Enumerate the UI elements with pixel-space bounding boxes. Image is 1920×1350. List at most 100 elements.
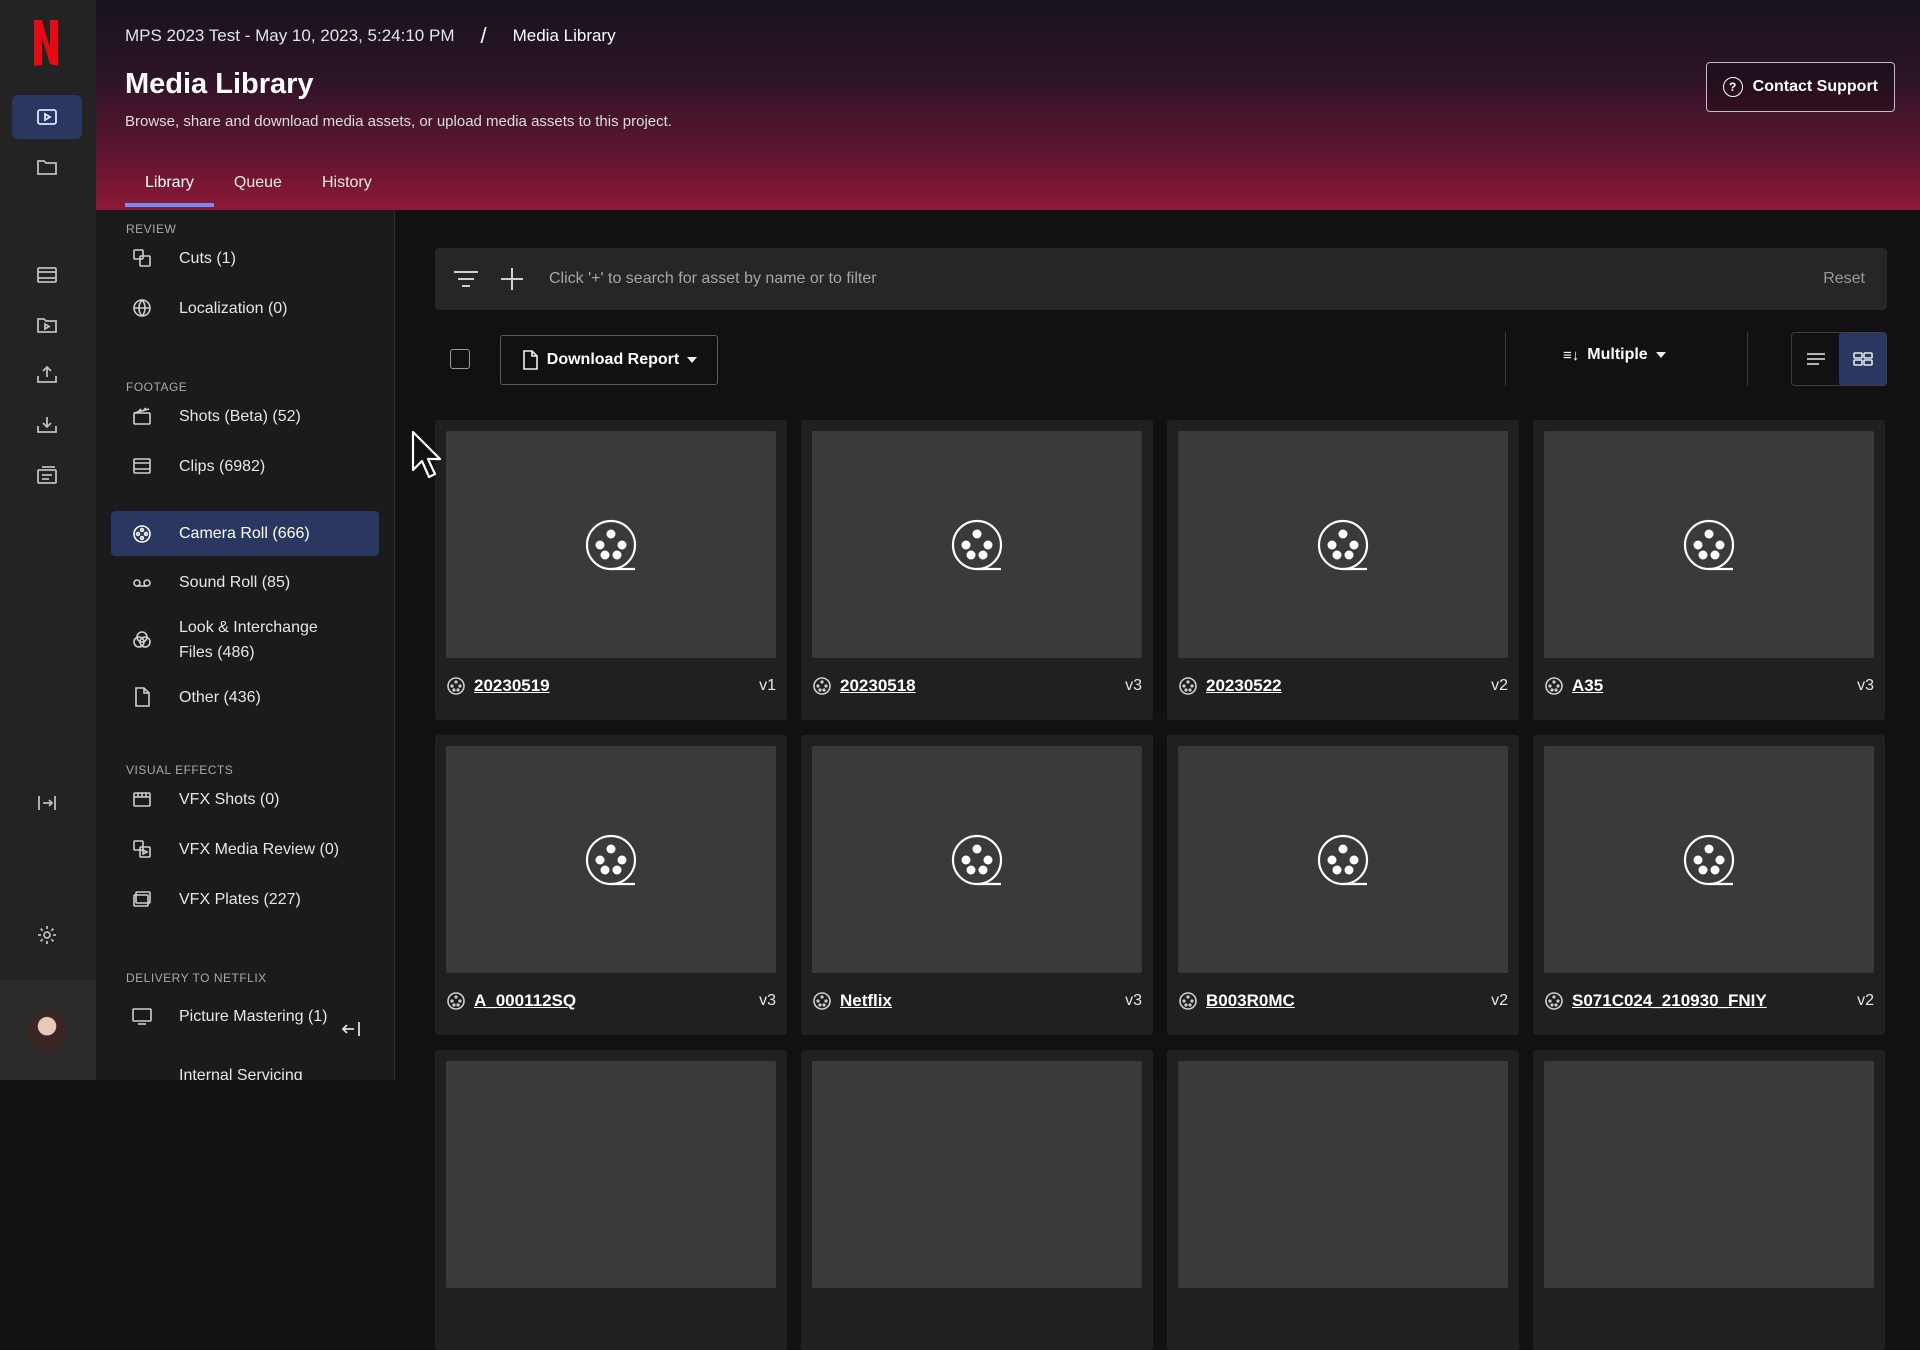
reset-button[interactable]: Reset bbox=[1823, 270, 1865, 288]
asset-thumbnail[interactable] bbox=[1544, 746, 1874, 973]
film-reel-icon bbox=[585, 519, 637, 570]
asset-thumbnail[interactable] bbox=[446, 746, 776, 973]
contact-support-label: Contact Support bbox=[1752, 78, 1878, 95]
toolbar-divider bbox=[1505, 332, 1506, 386]
asset-card[interactable]: S071C024_210930_FNIY v2 bbox=[1533, 735, 1885, 1035]
rail-media-library[interactable] bbox=[12, 95, 82, 139]
sidebar-item-vfx-plates[interactable]: VFX Plates (227) bbox=[111, 874, 379, 924]
asset-name-link[interactable]: Netflix bbox=[840, 991, 1125, 1011]
chevron-down-icon bbox=[1655, 352, 1666, 358]
asset-thumbnail[interactable] bbox=[1544, 1061, 1874, 1288]
asset-name-link[interactable]: B003R0MC bbox=[1206, 991, 1491, 1011]
select-all-checkbox[interactable] bbox=[450, 349, 470, 369]
asset-footer: A_000112SQ v3 bbox=[446, 987, 776, 1015]
sidebar-item-clips[interactable]: Clips (6982) bbox=[111, 441, 379, 491]
asset-version: v1 bbox=[759, 677, 776, 694]
list-view-button[interactable] bbox=[1792, 333, 1839, 385]
asset-card[interactable]: 20230519 v1 bbox=[435, 420, 787, 720]
sidebar-item-internal-servicing[interactable]: Internal Servicing bbox=[111, 1050, 379, 1081]
sidebar-item-localization[interactable]: Localization (0) bbox=[111, 283, 379, 333]
asset-footer: Netflix v3 bbox=[812, 987, 1142, 1015]
rail-download[interactable] bbox=[12, 403, 82, 447]
user-menu[interactable] bbox=[0, 980, 96, 1080]
asset-card[interactable] bbox=[1533, 1050, 1885, 1350]
filter-icon[interactable] bbox=[451, 264, 481, 294]
breadcrumb: MPS 2023 Test - May 10, 2023, 5:24:10 PM… bbox=[125, 23, 616, 49]
sidebar-item-look-interchange[interactable]: Look & Interchange Files (486) bbox=[111, 610, 379, 670]
collapse-sidebar-icon[interactable] bbox=[340, 1018, 362, 1040]
asset-name-link[interactable]: 20230522 bbox=[1206, 676, 1491, 696]
asset-thumbnail[interactable] bbox=[446, 1061, 776, 1288]
asset-card[interactable]: Netflix v3 bbox=[801, 735, 1153, 1035]
search-bar: Click '+' to search for asset by name or… bbox=[435, 248, 1887, 310]
asset-thumbnail[interactable] bbox=[1178, 431, 1508, 658]
film-reel-icon bbox=[1544, 991, 1564, 1011]
sidebar-item-label: Shots (Beta) (52) bbox=[179, 407, 301, 425]
asset-card[interactable]: B003R0MC v2 bbox=[1167, 735, 1519, 1035]
asset-version: v2 bbox=[1491, 677, 1508, 694]
asset-name-link[interactable]: A35 bbox=[1572, 676, 1857, 696]
expand-sidebar-icon bbox=[38, 796, 56, 810]
asset-card[interactable] bbox=[435, 1050, 787, 1350]
asset-toolbar: Download Report ≡↓ Multiple bbox=[435, 332, 1887, 386]
sidebar-item-label: Other (436) bbox=[179, 688, 261, 706]
sidebar-item-sound-roll[interactable]: Sound Roll (85) bbox=[111, 560, 379, 605]
search-input[interactable]: Click '+' to search for asset by name or… bbox=[549, 270, 1823, 288]
folder-icon bbox=[37, 160, 57, 175]
sidebar-item-picture-mastering[interactable]: Picture Mastering (1) bbox=[111, 991, 379, 1041]
rail-deliveries[interactable] bbox=[12, 453, 82, 497]
sidebar-item-shots[interactable]: Shots (Beta) (52) bbox=[111, 391, 379, 441]
asset-thumbnail[interactable] bbox=[812, 431, 1142, 658]
grid-view-button[interactable] bbox=[1839, 333, 1886, 385]
asset-version: v3 bbox=[1857, 677, 1874, 694]
asset-card[interactable]: 20230518 v3 bbox=[801, 420, 1153, 720]
rail-expand[interactable] bbox=[12, 781, 82, 825]
asset-thumbnail[interactable] bbox=[1178, 1061, 1508, 1288]
tab-library[interactable]: Library bbox=[125, 168, 214, 207]
contact-support-button[interactable]: ? Contact Support bbox=[1705, 62, 1895, 112]
asset-name-link[interactable]: 20230518 bbox=[840, 676, 1125, 696]
library-sidebar: REVIEW Cuts (1) Localization (0) FOOTAGE… bbox=[96, 210, 395, 1080]
netflix-logo[interactable] bbox=[30, 18, 62, 68]
asset-name-link[interactable]: S071C024_210930_FNIY bbox=[1572, 991, 1857, 1011]
breadcrumb-project[interactable]: MPS 2023 Test - May 10, 2023, 5:24:10 PM bbox=[125, 26, 454, 46]
rail-upload[interactable] bbox=[12, 353, 82, 397]
sidebar-item-cuts[interactable]: Cuts (1) bbox=[111, 233, 379, 283]
section-delivery: DELIVERY TO NETFLIX bbox=[126, 971, 267, 985]
tab-queue[interactable]: Queue bbox=[214, 168, 302, 206]
add-filter-icon[interactable] bbox=[497, 264, 527, 294]
sidebar-item-other[interactable]: Other (436) bbox=[111, 672, 379, 722]
sidebar-item-camera-roll[interactable]: Camera Roll (666) bbox=[111, 511, 379, 556]
asset-thumbnail[interactable] bbox=[1178, 746, 1508, 973]
globe-icon bbox=[131, 297, 153, 319]
asset-card[interactable] bbox=[801, 1050, 1153, 1350]
asset-card[interactable] bbox=[1167, 1050, 1519, 1350]
sort-dropdown[interactable]: ≡↓ Multiple bbox=[1563, 346, 1666, 364]
asset-card[interactable]: 20230522 v2 bbox=[1167, 420, 1519, 720]
page-subtitle: Browse, share and download media assets,… bbox=[125, 113, 672, 130]
sidebar-item-vfx-media-review[interactable]: VFX Media Review (0) bbox=[111, 824, 379, 874]
asset-thumbnail[interactable] bbox=[812, 1061, 1142, 1288]
download-report-button[interactable]: Download Report bbox=[500, 335, 718, 385]
sidebar-item-label: Look & Interchange Files (486) bbox=[179, 619, 318, 661]
avatar[interactable] bbox=[27, 1011, 67, 1051]
asset-card[interactable]: A35 v3 bbox=[1533, 420, 1885, 720]
film-reel-icon bbox=[1317, 519, 1369, 570]
sidebar-item-vfx-shots[interactable]: VFX Shots (0) bbox=[111, 774, 379, 824]
asset-card[interactable]: A_000112SQ v3 bbox=[435, 735, 787, 1035]
film-reel-icon bbox=[1317, 834, 1369, 885]
tab-history[interactable]: History bbox=[302, 168, 392, 206]
asset-thumbnail[interactable] bbox=[1544, 431, 1874, 658]
rail-clips[interactable] bbox=[12, 253, 82, 297]
media-folder-icon bbox=[37, 318, 57, 333]
rail-folders[interactable] bbox=[12, 145, 82, 189]
asset-name-link[interactable]: 20230519 bbox=[474, 676, 759, 696]
sidebar-item-label: VFX Shots (0) bbox=[179, 790, 280, 808]
rail-settings[interactable] bbox=[12, 913, 82, 957]
asset-thumbnail[interactable] bbox=[446, 431, 776, 658]
tray-download-icon bbox=[37, 417, 57, 433]
document-icon bbox=[522, 350, 538, 370]
asset-thumbnail[interactable] bbox=[812, 746, 1142, 973]
rail-media[interactable] bbox=[12, 303, 82, 347]
asset-name-link[interactable]: A_000112SQ bbox=[474, 991, 759, 1011]
